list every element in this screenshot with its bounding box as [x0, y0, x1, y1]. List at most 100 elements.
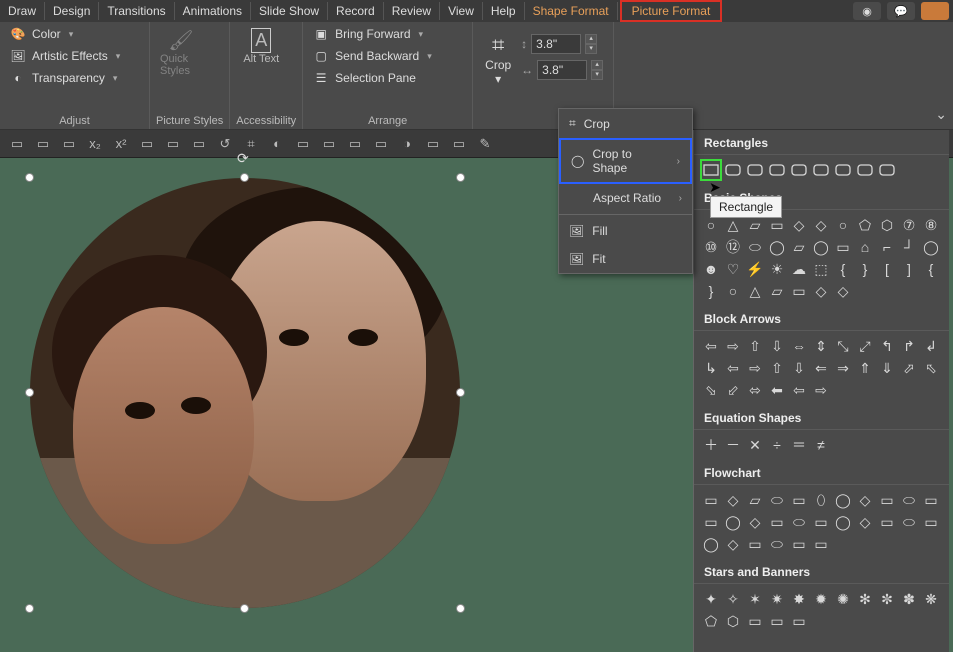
resize-handle[interactable]: [456, 173, 465, 182]
shape-option[interactable]: ↰: [878, 337, 896, 355]
shape-option[interactable]: ↳: [702, 359, 720, 377]
tab-help[interactable]: Help: [483, 2, 525, 20]
comments-button[interactable]: 💬: [887, 2, 915, 20]
shape-option[interactable]: ✹: [812, 590, 830, 608]
selected-image[interactable]: ⟳: [30, 178, 460, 608]
shape-option[interactable]: ⇒: [834, 359, 852, 377]
send-backward-button[interactable]: ▢Send Backward▾: [309, 46, 466, 66]
shape-option[interactable]: ⬭: [790, 513, 808, 531]
shape-option[interactable]: ▭: [812, 535, 830, 553]
qat-btn[interactable]: ▭: [318, 133, 340, 155]
shape-option[interactable]: ▱: [746, 216, 764, 234]
shape-option[interactable]: ⬯: [812, 491, 830, 509]
crop-menu-aspect[interactable]: Aspect Ratio›: [559, 184, 692, 212]
shape-option[interactable]: ◯: [702, 535, 720, 553]
shape-option[interactable]: ┘: [900, 238, 918, 256]
shape-option[interactable]: ⬁: [922, 359, 940, 377]
shape-option[interactable]: ✼: [878, 590, 896, 608]
shape-option[interactable]: ○: [834, 216, 852, 234]
shape-option[interactable]: ○: [702, 216, 720, 234]
shape-option[interactable]: ÷: [768, 436, 786, 454]
shape-option[interactable]: ⚡: [746, 260, 764, 278]
crop-menu-fit[interactable]: 🖼Fit: [559, 245, 692, 273]
shape-option[interactable]: ◇: [724, 535, 742, 553]
resize-handle[interactable]: [456, 388, 465, 397]
shape-option[interactable]: ▭: [790, 612, 808, 630]
shape-option[interactable]: ◯: [768, 238, 786, 256]
shape-option[interactable]: [746, 161, 764, 179]
shape-option[interactable]: ⬚: [812, 260, 830, 278]
height-field[interactable]: ↕ ▴▾: [521, 34, 603, 54]
shape-option[interactable]: ⇨: [746, 359, 764, 377]
shape-option[interactable]: [702, 161, 720, 179]
shape-option[interactable]: ☁: [790, 260, 808, 278]
shape-option[interactable]: ▭: [746, 535, 764, 553]
shape-option[interactable]: ◇: [790, 216, 808, 234]
shape-option[interactable]: ⬡: [724, 612, 742, 630]
tab-review[interactable]: Review: [384, 2, 440, 20]
shape-option[interactable]: ✦: [702, 590, 720, 608]
shape-option[interactable]: ◇: [812, 216, 830, 234]
shape-option[interactable]: ◇: [834, 282, 852, 300]
shape-option[interactable]: ◯: [724, 513, 742, 531]
shape-option[interactable]: ▱: [768, 282, 786, 300]
qat-btn[interactable]: ▭: [6, 133, 28, 155]
shape-option[interactable]: ⬠: [856, 216, 874, 234]
qat-btn[interactable]: ▭: [162, 133, 184, 155]
shape-option[interactable]: ⌐: [878, 238, 896, 256]
shape-option[interactable]: ⬭: [900, 513, 918, 531]
shape-option[interactable]: ⇓: [878, 359, 896, 377]
qat-btn[interactable]: ✎: [474, 133, 496, 155]
shape-option[interactable]: {: [834, 260, 852, 278]
shape-option[interactable]: ⬄: [746, 381, 764, 399]
crop-menu-crop[interactable]: ⌗Crop: [559, 109, 692, 138]
tab-picture-format[interactable]: Picture Format: [620, 0, 723, 22]
height-down[interactable]: ▾: [585, 44, 597, 54]
shape-option[interactable]: ⬂: [702, 381, 720, 399]
shape-option[interactable]: ☀: [768, 260, 786, 278]
shape-option[interactable]: [768, 161, 786, 179]
shape-option[interactable]: ⤢: [856, 337, 874, 355]
shape-option[interactable]: ▭: [768, 216, 786, 234]
resize-handle[interactable]: [240, 173, 249, 182]
shape-option[interactable]: ↲: [922, 337, 940, 355]
shape-option[interactable]: ]: [900, 260, 918, 278]
transparency-button[interactable]: ◐Transparency▾: [6, 68, 143, 88]
shape-option[interactable]: ◇: [856, 513, 874, 531]
tab-animations[interactable]: Animations: [175, 2, 251, 20]
shape-option[interactable]: ◯: [922, 238, 940, 256]
shape-option[interactable]: ⇩: [768, 337, 786, 355]
shape-option[interactable]: ▭: [790, 491, 808, 509]
crop-menu-to-shape[interactable]: ◯Crop to Shape›: [559, 138, 692, 184]
width-down[interactable]: ▾: [591, 70, 603, 80]
qat-btn[interactable]: ▭: [136, 133, 158, 155]
shape-option[interactable]: ▭: [878, 513, 896, 531]
color-button[interactable]: 🎨Color▾: [6, 24, 143, 44]
shape-option[interactable]: ⇧: [746, 337, 764, 355]
shape-option[interactable]: ⬠: [702, 612, 720, 630]
shape-option[interactable]: [878, 161, 896, 179]
shape-option[interactable]: [790, 161, 808, 179]
qat-btn[interactable]: ▭: [370, 133, 392, 155]
shape-option[interactable]: ⤡: [834, 337, 852, 355]
qat-btn[interactable]: ▭: [422, 133, 444, 155]
qat-btn[interactable]: ▭: [292, 133, 314, 155]
shape-option[interactable]: ⬃: [724, 381, 742, 399]
shape-option[interactable]: ▭: [922, 513, 940, 531]
shape-option[interactable]: ✷: [768, 590, 786, 608]
shape-option[interactable]: ▭: [922, 491, 940, 509]
shape-option[interactable]: ▭: [878, 491, 896, 509]
tab-design[interactable]: Design: [45, 2, 99, 20]
qat-btn[interactable]: ▭: [188, 133, 210, 155]
shape-option[interactable]: ⇑: [856, 359, 874, 377]
shape-option[interactable]: [856, 161, 874, 179]
shape-option[interactable]: △: [724, 216, 742, 234]
shape-option[interactable]: ☻: [702, 260, 720, 278]
shape-option[interactable]: }: [702, 282, 720, 300]
resize-handle[interactable]: [25, 388, 34, 397]
tab-record[interactable]: Record: [328, 2, 384, 20]
shape-option[interactable]: ＝: [790, 436, 808, 454]
crop-menu-fill[interactable]: 🖼Fill: [559, 217, 692, 245]
shape-option[interactable]: ⑧: [922, 216, 940, 234]
shape-option[interactable]: ◯: [834, 513, 852, 531]
